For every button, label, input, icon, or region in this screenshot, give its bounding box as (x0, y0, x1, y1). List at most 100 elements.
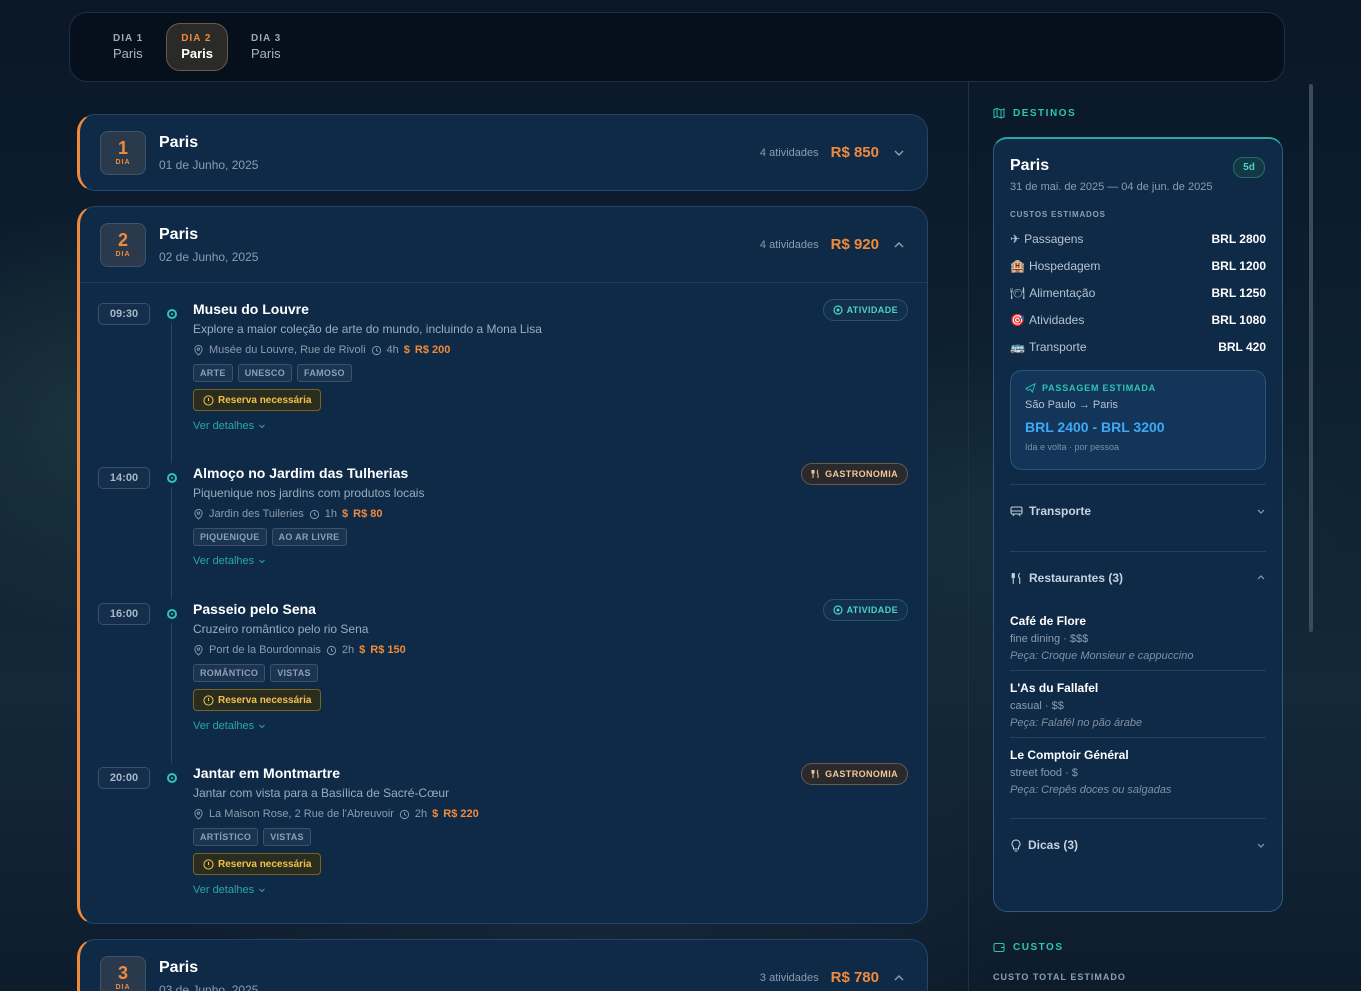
location-pin-icon (194, 808, 203, 820)
wallet-icon (993, 943, 1005, 952)
tag-list: ARTÍSTICO VISTAS (193, 828, 907, 846)
tab-day-city: Paris (113, 46, 143, 61)
estimated-ticket-box: PASSAGEM ESTIMADA São Paulo → Paris BRL … (1010, 370, 1266, 470)
timeline-line (171, 487, 172, 599)
tab-day-label: DIA 2 (181, 33, 212, 44)
day-city: Paris (159, 225, 199, 243)
activity-meta: La Maison Rose, 2 Rue de l'Abreuvoir 2h … (193, 808, 907, 820)
tab-day-3[interactable]: DIA 3 Paris (236, 23, 296, 71)
timeline-dot (167, 309, 177, 319)
details-link[interactable]: Ver detalhes (193, 720, 907, 732)
cost-label: Transporte (1028, 339, 1087, 354)
activity-description: Cruzeiro romântico pelo rio Sena (193, 622, 369, 636)
details-link[interactable]: Ver detalhes (193, 555, 907, 567)
estimated-costs-heading: CUSTOS ESTIMADOS (1010, 210, 1106, 219)
activity-duration: 2h (341, 644, 355, 656)
activity-location: Port de la Bourdonnais (209, 644, 321, 656)
day-number-box: 2 DIA (100, 222, 146, 267)
chevron-down-icon (259, 424, 266, 429)
tag: ARTÍSTICO (193, 828, 259, 846)
details-link[interactable]: Ver detalhes (193, 884, 907, 896)
chevron-up-icon (1257, 575, 1265, 580)
tab-day-label: DIA 1 (113, 33, 144, 44)
activity-cost: R$ 80 (353, 508, 383, 520)
chevron-down-icon (259, 559, 266, 564)
activity-cost: R$ 200 (414, 344, 451, 356)
activity-duration: 4h (386, 344, 399, 356)
category-badge: ATIVIDADE (822, 299, 908, 321)
cost-label: Hospedagem (1028, 258, 1101, 273)
chevron-up-icon[interactable] (891, 970, 907, 986)
tab-day-1[interactable]: DIA 1 Paris (98, 23, 158, 71)
activity-list: 09:30 ATIVIDADE Museu do Louvre Explore … (80, 282, 927, 923)
activity-cost: R$ 150 (370, 644, 406, 656)
day-number: 2 (117, 230, 128, 250)
target-icon: 🎯 (1010, 312, 1025, 327)
location-pin-icon (194, 644, 203, 656)
restaurant-item: Le Comptoir Général street food · $ Peça… (1010, 738, 1266, 804)
hotel-icon: 🏨 (1010, 258, 1025, 273)
activity-meta: Jardin des Tuileries 1h $ R$ 80 (193, 508, 907, 520)
restaurants-toggle[interactable]: Restaurantes (3) (1010, 552, 1266, 604)
tips-toggle[interactable]: Dicas (3) (1010, 819, 1266, 871)
activity-location: La Maison Rose, 2 Rue de l'Abreuvoir (209, 808, 394, 820)
restaurant-item: L'As du Fallafel casual · $$ Peça: Falaf… (1010, 671, 1266, 738)
sidebar-divider (968, 82, 969, 991)
category-label: GASTRONOMIA (825, 469, 898, 479)
restaurant-type: fine dining · $$$ (1010, 633, 1089, 645)
category-label: GASTRONOMIA (825, 769, 898, 779)
activity-meta: Port de la Bourdonnais 2h $ R$ 150 (193, 644, 907, 656)
destination-dates: 31 de mai. de 2025 — 04 de jun. de 2025 (1010, 181, 1213, 193)
chevron-up-icon[interactable] (891, 237, 907, 253)
cost-value: BRL 2800 (1211, 231, 1266, 246)
category-badge: ATIVIDADE (822, 599, 908, 621)
ticket-range: BRL 2400 - BRL 3200 (1025, 419, 1165, 435)
transport-toggle[interactable]: Transporte (1010, 485, 1266, 537)
timeline-dot (167, 609, 177, 619)
activity-cost: R$ 220 (443, 808, 479, 820)
clock-icon (326, 645, 337, 655)
activity-description: Explore a maior coleção de arte do mundo… (193, 322, 542, 336)
day-date: 01 de Junho, 2025 (159, 157, 259, 172)
tag-list: ARTE UNESCO FAMOSO (193, 364, 907, 382)
dollar-icon: $ (403, 344, 410, 356)
cost-value: BRL 1080 (1211, 312, 1266, 327)
restaurant-name: Café de Flore (1010, 614, 1087, 628)
sidebar-scrollbar[interactable] (1309, 84, 1313, 632)
day-card-3: 3 DIA Paris 03 de Junho, 2025 3 atividad… (77, 939, 928, 991)
day-price: R$ 780 (830, 969, 879, 986)
reservation-notice: Reserva necessária (193, 689, 322, 711)
plate-icon: 🍽 (1010, 285, 1026, 300)
tab-day-2[interactable]: DIA 2 Paris (166, 23, 229, 71)
restaurant-name: L'As du Fallafel (1010, 681, 1099, 695)
reservation-label: Reserva necessária (218, 394, 312, 406)
chevron-down-icon (259, 724, 266, 729)
day-header[interactable]: 3 DIA Paris 03 de Junho, 2025 3 atividad… (80, 940, 927, 991)
restaurant-type: casual · $$ (1010, 700, 1064, 712)
tips-section: Dicas (3) (1010, 818, 1266, 871)
day-header[interactable]: 2 DIA Paris 02 de Junho, 2025 4 atividad… (80, 207, 927, 282)
target-icon (832, 305, 843, 315)
day-card-2: 2 DIA Paris 02 de Junho, 2025 4 atividad… (77, 206, 928, 924)
target-icon (832, 605, 843, 615)
cost-label: Atividades (1028, 312, 1085, 327)
tag: UNESCO (237, 364, 293, 382)
utensils-icon (811, 769, 819, 778)
cost-row-alimentacao: 🍽 Alimentação BRL 1250 (1010, 279, 1266, 306)
reservation-notice: Reserva necessária (193, 853, 322, 875)
details-link[interactable]: Ver detalhes (193, 420, 907, 432)
day-card-1: 1 DIA Paris 01 de Junho, 2025 4 atividad… (77, 114, 928, 191)
activity-title: Jantar em Montmartre (193, 765, 341, 781)
clock-icon (399, 809, 410, 819)
location-pin-icon (194, 344, 203, 356)
lightbulb-icon (1011, 838, 1021, 851)
plane-icon (1025, 382, 1036, 393)
day-city: Paris (159, 133, 199, 151)
chevron-down-icon[interactable] (891, 145, 907, 161)
day-header[interactable]: 1 DIA Paris 01 de Junho, 2025 4 atividad… (80, 115, 927, 190)
tag: ARTE (193, 364, 233, 382)
restaurant-dish: Peça: Croque Monsieur e cappuccino (1010, 650, 1194, 662)
restaurant-dish: Peça: Falafél no pão árabe (1010, 717, 1143, 729)
plane-icon: ✈ (1010, 231, 1021, 246)
clock-icon (371, 345, 381, 355)
